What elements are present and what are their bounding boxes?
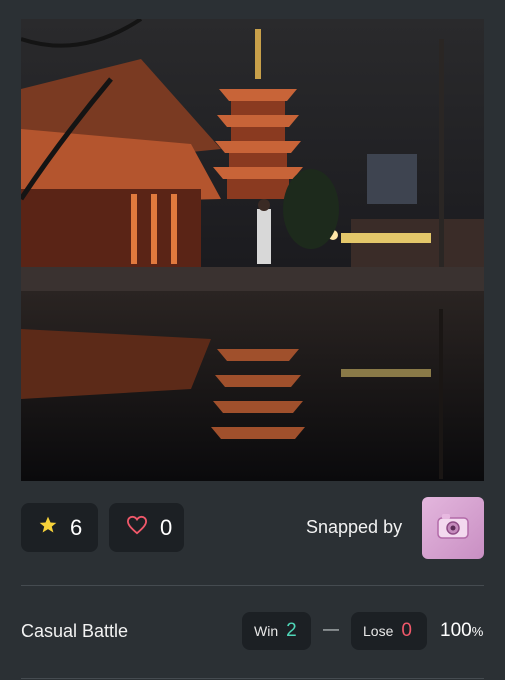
battle-mode-label: Casual Battle xyxy=(21,621,129,641)
win-label: Win xyxy=(254,623,279,639)
lose-value: 0 xyxy=(401,620,412,641)
win-rate-unit: % xyxy=(471,624,484,639)
win-value: 2 xyxy=(286,620,297,641)
heart-icon xyxy=(126,515,148,540)
win-badge: Win 2 xyxy=(242,612,311,650)
score-separator: — xyxy=(323,621,339,638)
star-icon xyxy=(38,515,58,540)
likes-button[interactable]: 0 xyxy=(109,503,184,552)
snapshot-photo[interactable] xyxy=(21,19,484,481)
divider-bottom xyxy=(21,678,484,679)
camera-icon xyxy=(436,512,470,545)
likes-count: 0 xyxy=(160,514,173,540)
win-rate: 100% xyxy=(440,620,483,642)
stars-count: 6 xyxy=(70,514,83,540)
divider xyxy=(21,585,484,586)
avatar[interactable] xyxy=(422,497,484,559)
win-rate-value: 100 xyxy=(440,620,472,641)
lose-label: Lose xyxy=(363,623,394,639)
snapped-by-label: Snapped by xyxy=(306,517,403,537)
lose-badge: Lose 0 xyxy=(351,612,427,650)
stars-button[interactable]: 6 xyxy=(21,503,98,552)
